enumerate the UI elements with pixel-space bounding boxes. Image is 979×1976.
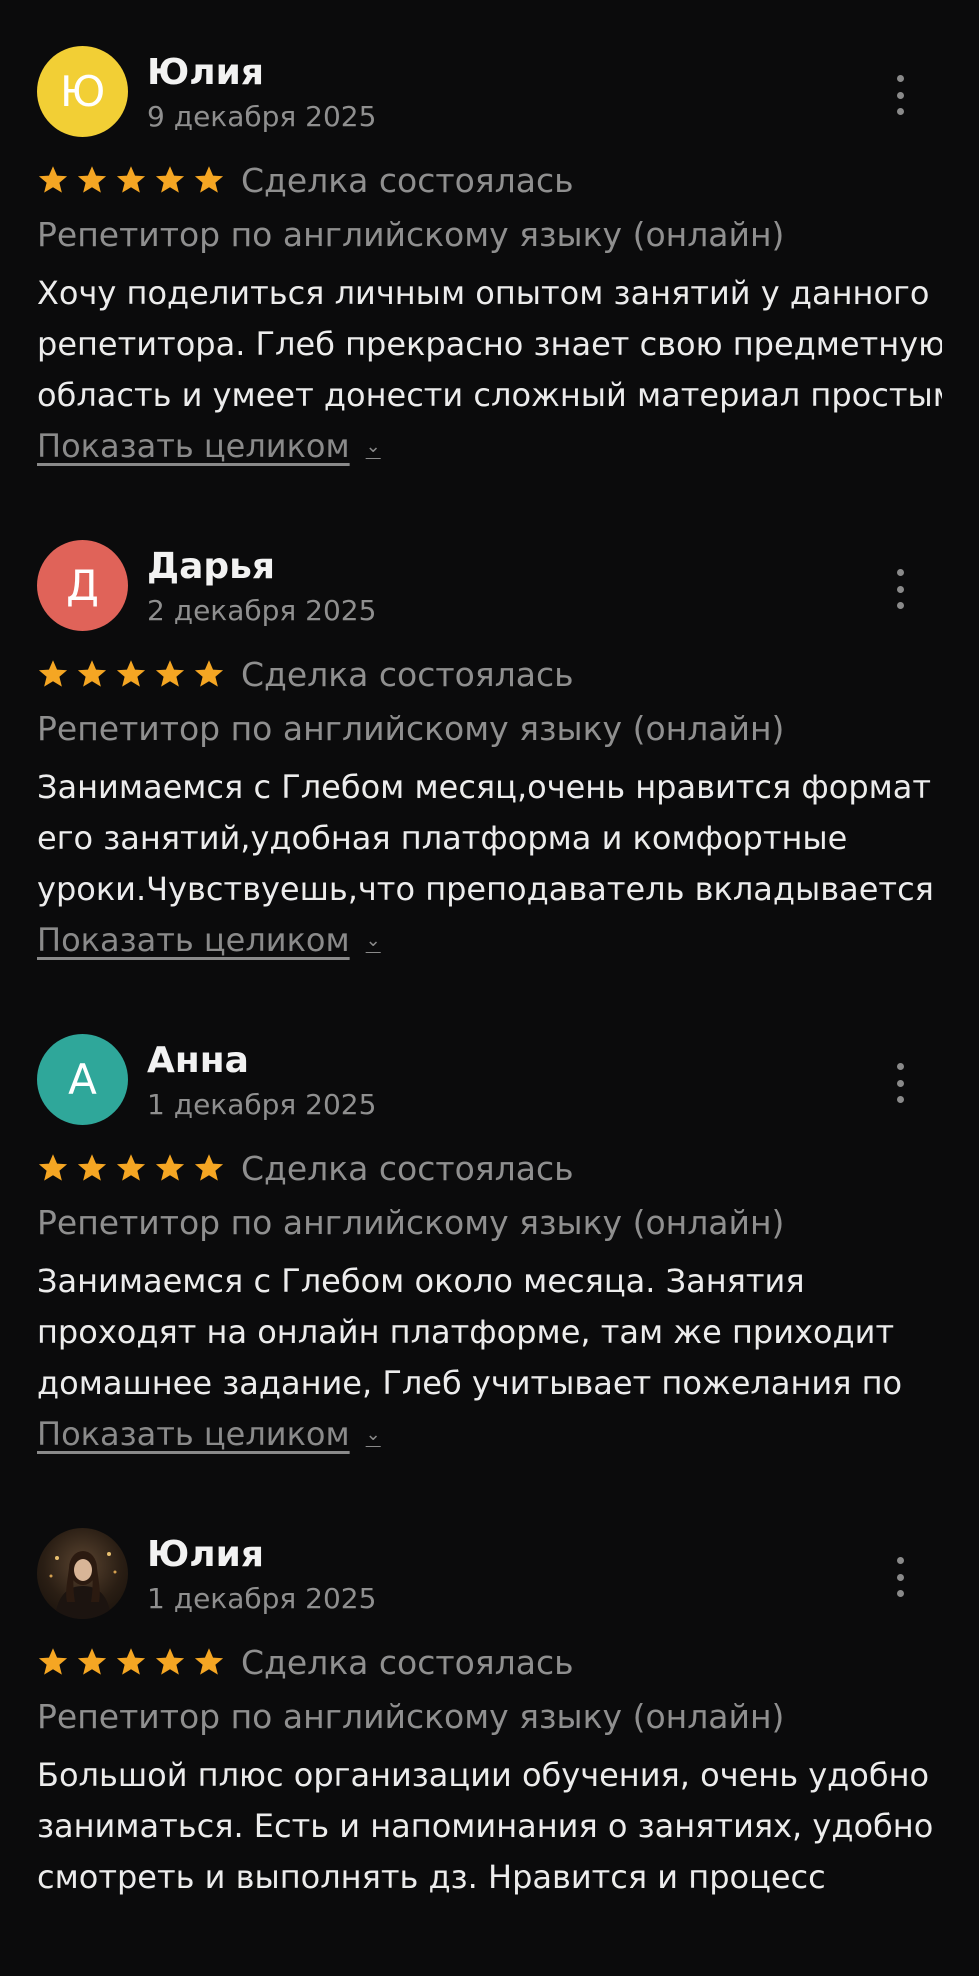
star-icon: [38, 660, 68, 687]
star-icon: [77, 166, 107, 193]
more-options-icon[interactable]: [888, 75, 912, 115]
review-card: Д Дарья 2 декабря 2025 Сделка состоялась…: [0, 494, 979, 988]
chevron-down-icon: ⌄: [365, 929, 381, 951]
review-text-line: проходят на онлайн платформе, там же при…: [37, 1313, 895, 1351]
star-rating: [37, 165, 225, 195]
review-text-line: домашнее задание, Глеб учитывает пожелан…: [37, 1364, 903, 1402]
chevron-down-icon: ⌄: [365, 435, 381, 457]
star-icon: [194, 1648, 224, 1675]
deal-status: Сделка состоялась: [241, 160, 574, 200]
review-date: 2 декабря 2025: [147, 594, 377, 627]
deal-status: Сделка состоялась: [241, 1642, 574, 1682]
more-options-icon[interactable]: [888, 569, 912, 609]
star-icon: [155, 1154, 185, 1181]
review-date: 1 декабря 2025: [147, 1088, 377, 1121]
rating-row: Сделка состоялась: [37, 655, 942, 694]
show-more-link[interactable]: Показать целиком ⌄: [37, 921, 381, 959]
star-icon: [155, 660, 185, 687]
review-header: А Анна 1 декабря 2025: [37, 988, 942, 1153]
review-card: Ю Юлия 9 декабря 2025 Сделка состоялась …: [0, 0, 979, 494]
review-header: Д Дарья 2 декабря 2025: [37, 494, 942, 659]
star-rating: [37, 1153, 225, 1183]
avatar-letter: Д: [66, 561, 99, 610]
review-card: А Анна 1 декабря 2025 Сделка состоялась …: [0, 988, 979, 1482]
author-name[interactable]: Анна: [147, 1040, 249, 1081]
review-card: Юлия 1 декабря 2025 Сделка состоялась Ре…: [0, 1482, 979, 1976]
avatar[interactable]: А: [37, 1034, 128, 1125]
star-icon: [38, 1648, 68, 1675]
review-text: Занимаемся с Глебом около месяца. Заняти…: [37, 1256, 942, 1409]
rating-row: Сделка состоялась: [37, 1149, 942, 1188]
rating-row: Сделка состоялась: [37, 161, 942, 200]
review-text-line: репетитора. Глеб прекрасно знает свою пр…: [37, 325, 942, 363]
star-rating: [37, 1647, 225, 1677]
star-icon: [116, 1154, 146, 1181]
review-date: 9 декабря 2025: [147, 100, 377, 133]
avatar-photo[interactable]: [37, 1528, 128, 1619]
show-more-label: Показать целиком: [37, 1415, 350, 1453]
author-name[interactable]: Дарья: [147, 546, 275, 587]
review-text-line: Хочу поделиться личным опытом занятий у …: [37, 274, 930, 312]
review-text-line: заниматься. Есть и напоминания о занятия…: [37, 1807, 934, 1845]
star-icon: [77, 1154, 107, 1181]
author-name[interactable]: Юлия: [147, 1534, 264, 1575]
star-icon: [194, 1154, 224, 1181]
more-options-icon[interactable]: [888, 1063, 912, 1103]
avatar-letter: А: [68, 1055, 97, 1104]
star-icon: [194, 660, 224, 687]
avatar-letter: Ю: [59, 67, 106, 116]
star-icon: [77, 660, 107, 687]
star-icon: [77, 1648, 107, 1675]
review-header: Юлия 1 декабря 2025: [37, 1482, 942, 1647]
review-text-line: его занятий,удобная платформа и комфортн…: [37, 819, 848, 857]
service-name: Репетитор по английскому языку (онлайн): [37, 1203, 785, 1242]
author-name[interactable]: Юлия: [147, 52, 264, 93]
review-text: Занимаемся с Глебом месяц,очень нравится…: [37, 762, 942, 915]
avatar[interactable]: Д: [37, 540, 128, 631]
star-rating: [37, 659, 225, 689]
star-icon: [116, 1648, 146, 1675]
show-more-link[interactable]: Показать целиком ⌄: [37, 1415, 381, 1453]
deal-status: Сделка состоялась: [241, 654, 574, 694]
review-list: Ю Юлия 9 декабря 2025 Сделка состоялась …: [0, 0, 979, 1976]
review-text-line: область и умеет донести сложный материал…: [37, 376, 942, 414]
review-header: Ю Юлия 9 декабря 2025: [37, 0, 942, 165]
star-icon: [116, 166, 146, 193]
star-icon: [155, 1648, 185, 1675]
review-date: 1 декабря 2025: [147, 1582, 377, 1615]
star-icon: [116, 660, 146, 687]
review-text-line: Занимаемся с Глебом месяц,очень нравится…: [37, 768, 932, 806]
user-photo-icon: [49, 1551, 117, 1619]
review-text-line: Занимаемся с Глебом около месяца. Заняти…: [37, 1262, 805, 1300]
service-name: Репетитор по английскому языку (онлайн): [37, 709, 785, 748]
service-name: Репетитор по английскому языку (онлайн): [37, 1697, 785, 1736]
deal-status: Сделка состоялась: [241, 1148, 574, 1188]
star-icon: [155, 166, 185, 193]
rating-row: Сделка состоялась: [37, 1643, 942, 1682]
service-name: Репетитор по английскому языку (онлайн): [37, 215, 785, 254]
star-icon: [38, 1154, 68, 1181]
show-more-label: Показать целиком: [37, 921, 350, 959]
star-icon: [38, 166, 68, 193]
chevron-down-icon: ⌄: [365, 1423, 381, 1445]
avatar[interactable]: Ю: [37, 46, 128, 137]
show-more-link[interactable]: Показать целиком ⌄: [37, 427, 381, 465]
review-text-line: Большой плюс организации обучения, очень…: [37, 1756, 930, 1794]
review-text-line: уроки.Чувствуешь,что преподаватель вклад…: [37, 870, 942, 908]
review-text-line: смотреть и выполнять дз. Нравится и проц…: [37, 1858, 826, 1896]
review-text: Большой плюс организации обучения, очень…: [37, 1750, 942, 1903]
show-more-label: Показать целиком: [37, 427, 350, 465]
more-options-icon[interactable]: [888, 1557, 912, 1597]
star-icon: [194, 166, 224, 193]
review-text: Хочу поделиться личным опытом занятий у …: [37, 268, 942, 421]
